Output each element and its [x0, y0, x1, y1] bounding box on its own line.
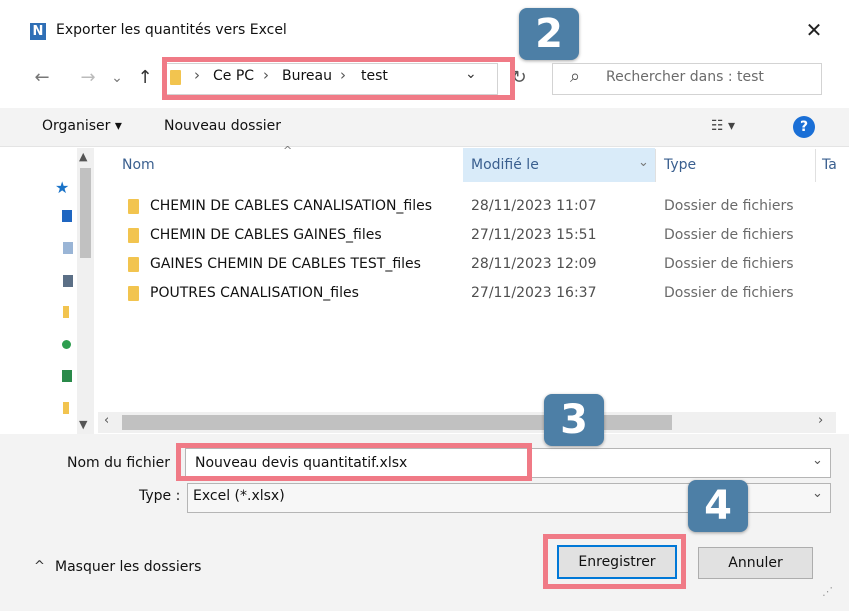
help-icon[interactable]: ? [793, 116, 815, 138]
image-icon[interactable] [63, 275, 73, 287]
step-3-badge: 3 [544, 394, 604, 446]
file-name: CHEMIN DE CABLES GAINES_files [150, 227, 382, 243]
resize-grip-icon[interactable]: ⋰ [822, 585, 833, 598]
synced-check-icon[interactable] [62, 340, 71, 349]
file-row[interactable]: GAINES CHEMIN DE CABLES TEST_files 28/11… [98, 255, 836, 281]
column-dropdown-icon[interactable]: ⌄ [638, 155, 649, 170]
file-type: Dossier de fichiers [664, 256, 794, 272]
step-3-highlight [176, 443, 532, 481]
file-row[interactable]: POUTRES CANALISATION_files 27/11/2023 16… [98, 284, 836, 310]
type-value: Excel (*.xlsx) [193, 488, 285, 504]
chevron-up-icon[interactable]: ^ [34, 559, 45, 574]
file-name: CHEMIN DE CABLES CANALISATION_files [150, 198, 433, 214]
hide-folders-button[interactable]: Masquer les dossiers [55, 559, 201, 575]
file-modified: 28/11/2023 12:09 [471, 256, 597, 272]
file-modified: 27/11/2023 16:37 [471, 285, 597, 301]
scrollbar-thumb[interactable] [80, 168, 91, 258]
scroll-left-icon[interactable]: ‹ [104, 413, 109, 428]
column-divider [815, 149, 816, 182]
type-dropdown-icon[interactable]: ⌄ [812, 486, 823, 501]
column-header-type[interactable]: Type [664, 157, 696, 173]
folder-icon [128, 228, 139, 243]
folder-icon[interactable] [63, 402, 69, 414]
folder-icon[interactable] [63, 306, 69, 318]
scroll-up-icon[interactable]: ▲ [79, 150, 87, 163]
folder-icon [128, 199, 139, 214]
download-icon[interactable] [62, 210, 72, 222]
view-options-icon[interactable]: ☷ ▾ [711, 118, 735, 134]
folder-icon [128, 286, 139, 301]
column-header-name[interactable]: Nom [122, 157, 155, 173]
file-type: Dossier de fichiers [664, 285, 794, 301]
file-type: Dossier de fichiers [664, 198, 794, 214]
file-name: GAINES CHEMIN DE CABLES TEST_files [150, 256, 421, 272]
folder-icon [128, 257, 139, 272]
file-name: POUTRES CANALISATION_files [150, 285, 359, 301]
sort-caret-icon: ^ [283, 144, 293, 157]
scroll-right-icon[interactable]: › [818, 413, 823, 428]
file-row[interactable]: CHEMIN DE CABLES GAINES_files 27/11/2023… [98, 226, 836, 252]
file-modified: 28/11/2023 11:07 [471, 198, 597, 214]
quick-access-star-icon[interactable]: ★ [55, 178, 69, 197]
filename-label: Nom du fichier : [67, 455, 180, 471]
cancel-button[interactable]: Annuler [698, 547, 813, 579]
column-header-size[interactable]: Ta [822, 157, 837, 173]
document-icon[interactable] [63, 242, 73, 254]
drive-icon[interactable] [62, 370, 72, 382]
window-title: Exporter les quantités vers Excel [56, 22, 287, 38]
filename-dropdown-icon[interactable]: ⌄ [812, 453, 823, 468]
search-icon: ⌕ [570, 66, 581, 87]
search-placeholder: Rechercher dans : test [606, 69, 764, 85]
app-icon: N [30, 23, 46, 40]
up-button[interactable]: ↑ [134, 66, 156, 90]
close-button[interactable]: ✕ [800, 16, 828, 44]
step-4-highlight [543, 534, 686, 589]
type-label: Type : [139, 488, 181, 504]
column-divider [655, 149, 656, 182]
file-type: Dossier de fichiers [664, 227, 794, 243]
recent-locations-button[interactable]: ⌄ [108, 66, 126, 90]
step-4-badge: 4 [688, 480, 748, 532]
forward-button[interactable]: → [76, 66, 100, 90]
file-row[interactable]: CHEMIN DE CABLES CANALISATION_files 28/1… [98, 197, 836, 223]
column-header-modified[interactable]: Modifié le [471, 157, 539, 173]
back-button[interactable]: ← [30, 66, 54, 90]
save-dialog: N Exporter les quantités vers Excel ✕ ← … [0, 0, 849, 611]
step-2-badge: 2 [519, 8, 579, 60]
file-modified: 27/11/2023 15:51 [471, 227, 597, 243]
step-2-highlight [162, 57, 515, 100]
organize-button[interactable]: Organiser ▾ [42, 118, 122, 134]
scroll-down-icon[interactable]: ▼ [79, 418, 87, 431]
new-folder-button[interactable]: Nouveau dossier [164, 118, 281, 134]
